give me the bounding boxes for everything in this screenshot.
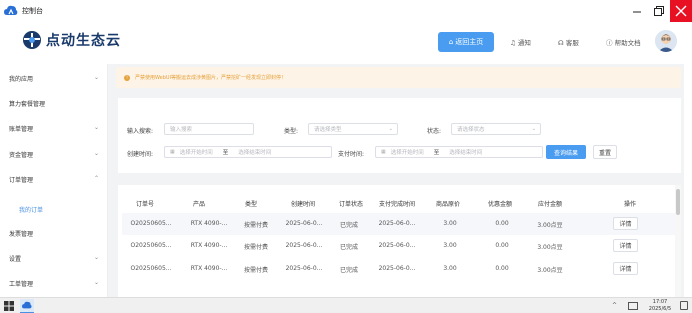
- bell-icon: ♫: [510, 39, 516, 47]
- status-label: 状态:: [427, 128, 442, 135]
- scrollbar-thumb[interactable]: [676, 189, 680, 215]
- taskbar: ^ 17:07 2025/6/5: [0, 297, 692, 313]
- clock[interactable]: 17:07 2025/6/5: [646, 299, 674, 312]
- app-header: 点动生态云 ⌂ 返回主页 ♫ 通知 ☊ 客服 ⓘ 帮助文档: [0, 22, 692, 62]
- chevron-down-icon: ⌄: [93, 124, 99, 131]
- sidebar-item-billing[interactable]: 账单管理 ⌄: [9, 124, 101, 133]
- table-row: [122, 281, 679, 297]
- pay-time-range[interactable]: ▦ 选择开始时间 至 选择结束时间: [375, 146, 543, 158]
- cloud-app-icon: [4, 5, 18, 15]
- detail-button[interactable]: 详情: [613, 217, 638, 230]
- chevron-down-icon: ⌄: [93, 74, 99, 81]
- chevron-down-icon: ⌄: [531, 126, 536, 132]
- close-icon: [675, 5, 687, 17]
- sidebar-item-my-orders[interactable]: 我的订单: [19, 205, 111, 214]
- sidebar-item-invoices[interactable]: 发票管理: [9, 229, 101, 238]
- chevron-down-icon: ⌄: [388, 126, 393, 132]
- headset-icon: ☊: [558, 39, 564, 47]
- col-pay-time: 支付完成时间: [379, 201, 416, 208]
- table-row: O20250605... RTX 4090-... 按需付费 2025-06-0…: [122, 258, 679, 280]
- logo-text: 点动生态云: [46, 33, 121, 49]
- col-order-no: 订单号: [136, 201, 155, 208]
- pay-time-label: 支付时间:: [338, 151, 365, 158]
- col-original-price: 商品原价: [436, 201, 461, 208]
- vertical-scrollbar[interactable]: [675, 185, 681, 297]
- help-icon: ⓘ: [606, 39, 613, 47]
- col-payable: 应付金额: [538, 201, 563, 208]
- windows-start-icon[interactable]: [4, 301, 14, 311]
- chevron-down-icon: ⌄: [93, 279, 99, 286]
- sidebar: 我的应用 ⌄ 算力套餐管理 账单管理 ⌄ 资金管理 ⌄ 订单管理 ⌃ 我的订单 …: [0, 64, 108, 297]
- monitor-icon[interactable]: [628, 302, 638, 310]
- home-button[interactable]: ⌂ 返回主页: [438, 32, 494, 52]
- sidebar-item-funds[interactable]: 资金管理 ⌄: [9, 150, 101, 159]
- sidebar-item-tickets[interactable]: 工单管理 ⌄: [9, 279, 101, 288]
- home-icon: ⌂: [448, 38, 454, 46]
- service-link[interactable]: ☊ 客服: [558, 37, 579, 47]
- maximize-button[interactable]: [648, 0, 670, 22]
- avatar[interactable]: [655, 30, 677, 52]
- logo-icon: [23, 31, 41, 49]
- query-button[interactable]: 查询结果: [546, 145, 586, 159]
- create-time-range[interactable]: ▦ 选择开始时间 至 选择结束时间: [164, 146, 332, 158]
- search-label: 输入搜索:: [127, 128, 154, 135]
- notification-icon[interactable]: [680, 301, 688, 310]
- create-time-label: 创建时间:: [127, 151, 154, 158]
- filter-panel: 输入搜索: 输入搜索 类型: 请选择类型 ⌄ 状态: 请选择状态 ⌄ 创建时间:…: [118, 98, 681, 173]
- window-title: 控制台: [22, 7, 43, 15]
- col-product: 产品: [193, 201, 206, 208]
- type-label: 类型:: [284, 128, 299, 135]
- notify-link[interactable]: ♫ 通知: [510, 37, 531, 47]
- title-bar: 控制台: [0, 0, 692, 22]
- sidebar-item-compute-package[interactable]: 算力套餐管理: [9, 99, 101, 108]
- chevron-down-icon: ⌄: [93, 254, 99, 261]
- main-content: ! 严禁使用WebUI等搬运去成涉黄图片，严禁挖矿一经发现立即封停！ 输入搜索:…: [108, 64, 684, 297]
- close-button[interactable]: [670, 0, 692, 22]
- sidebar-item-my-apps[interactable]: 我的应用 ⌄: [9, 74, 101, 83]
- col-create-time: 创建时间: [291, 201, 316, 208]
- cloud-app-icon: [22, 301, 32, 309]
- calendar-icon: ▦: [381, 149, 386, 155]
- table-row: O20250605... RTX 4090-... 按需付费 2025-06-0…: [122, 213, 679, 235]
- status-select[interactable]: 请选择状态 ⌄: [451, 123, 541, 135]
- sidebar-item-orders[interactable]: 订单管理 ⌃: [9, 175, 101, 184]
- type-select[interactable]: 请选择类型 ⌄: [308, 123, 398, 135]
- help-link[interactable]: ⓘ 帮助文档: [606, 37, 641, 47]
- col-type: 类型: [245, 201, 258, 208]
- orders-table: 订单号 产品 类型 创建时间 订单状态 支付完成时间 商品原价 优惠金额 应付金…: [118, 185, 681, 297]
- col-action: 操作: [624, 201, 637, 208]
- minimize-icon: [633, 11, 641, 13]
- taskbar-app-button[interactable]: [20, 299, 34, 313]
- chevron-down-icon: ⌄: [93, 150, 99, 157]
- logo[interactable]: 点动生态云: [22, 30, 121, 50]
- detail-button[interactable]: 详情: [613, 239, 638, 252]
- reset-button[interactable]: 重置: [593, 145, 617, 159]
- sidebar-item-settings[interactable]: 设置 ⌄: [9, 254, 101, 263]
- calendar-icon: ▦: [170, 149, 175, 155]
- col-discount: 优惠金额: [488, 201, 513, 208]
- detail-button[interactable]: 详情: [613, 262, 638, 275]
- search-input[interactable]: 输入搜索: [164, 123, 254, 135]
- warning-icon: !: [124, 74, 130, 81]
- maximize-icon: [654, 6, 664, 16]
- chevron-up-icon: ⌃: [93, 175, 99, 182]
- warning-notice: ! 严禁使用WebUI等搬运去成涉黄图片，严禁挖矿一经发现立即封停！: [116, 67, 681, 88]
- tray-expand-icon[interactable]: ^: [612, 302, 617, 309]
- table-row: O20250605... RTX 4090-... 按需付费 2025-06-0…: [122, 235, 679, 257]
- minimize-button[interactable]: [626, 0, 648, 22]
- col-order-status: 订单状态: [339, 201, 364, 208]
